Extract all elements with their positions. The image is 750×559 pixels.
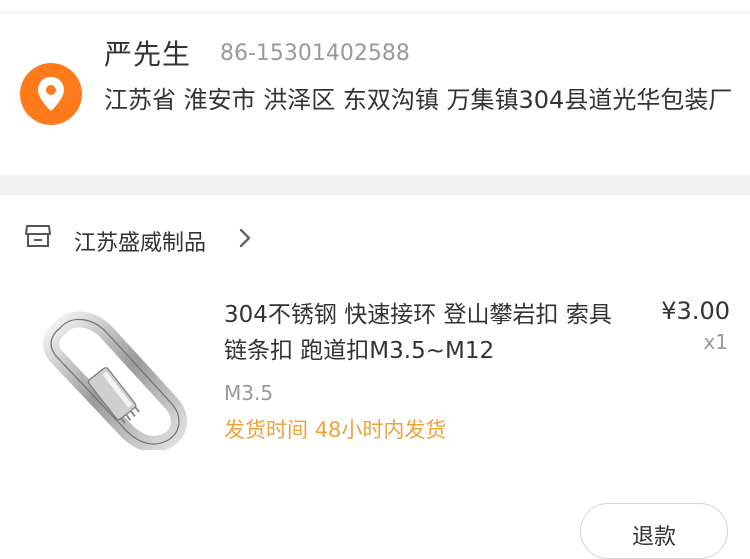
- shipping-label: 发货时间: [224, 418, 308, 442]
- product-quantity: x1: [703, 330, 728, 354]
- location-pin-icon: [20, 63, 82, 125]
- recipient-phone: 86-15301402588: [220, 41, 410, 66]
- shop-row[interactable]: 江苏盛威制品: [0, 195, 750, 275]
- product-spec: M3.5: [224, 381, 274, 405]
- product-price: ¥3.00: [661, 297, 730, 325]
- shipping-time: 发货时间 48小时内发货: [224, 414, 446, 444]
- shipping-value: 48小时内发货: [314, 418, 447, 442]
- product-thumbnail[interactable]: [22, 300, 202, 450]
- refund-button[interactable]: 退款: [580, 503, 728, 559]
- recipient-address: 江苏省 淮安市 洪泽区 东双沟镇 万集镇304县道光华包装厂: [104, 86, 733, 114]
- address-card[interactable]: 严先生 86-15301402588 江苏省 淮安市 洪泽区 东双沟镇 万集镇3…: [0, 13, 750, 175]
- recipient-name: 严先生: [104, 38, 192, 71]
- store-icon: [25, 225, 51, 247]
- product-title[interactable]: 304不锈钢 快速接环 登山攀岩扣 索具链条扣 跑道扣M3.5~M12: [224, 297, 634, 369]
- chevron-right-icon[interactable]: [238, 228, 252, 248]
- shop-name[interactable]: 江苏盛威制品: [74, 225, 206, 257]
- section-separator: [0, 175, 750, 195]
